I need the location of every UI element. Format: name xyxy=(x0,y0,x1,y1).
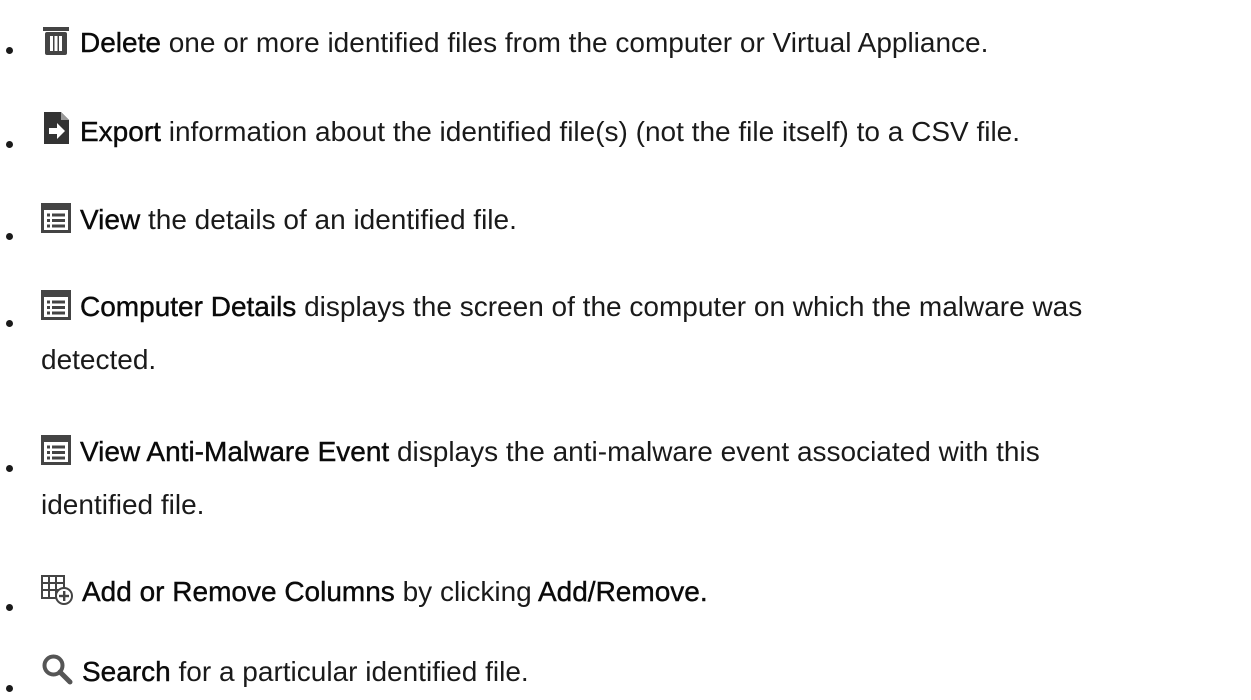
details-list-icon xyxy=(41,200,71,248)
description: one or more identified files from the co… xyxy=(160,27,989,58)
keyword: View Anti-Malware Event xyxy=(80,436,390,467)
details-list-icon xyxy=(41,432,71,480)
description: information about the identified file(s)… xyxy=(160,116,1021,147)
bullet xyxy=(6,604,13,611)
description-continued: detected. xyxy=(41,344,157,375)
keyword: Delete xyxy=(80,27,161,58)
export-icon xyxy=(41,111,71,160)
bullet xyxy=(6,320,13,327)
keyword: View xyxy=(80,204,141,235)
description: by clicking xyxy=(394,576,538,607)
keyword: Computer Details xyxy=(80,291,297,322)
bullet xyxy=(6,47,13,54)
description: the details of an identified file. xyxy=(140,204,517,235)
trash-icon xyxy=(41,23,71,71)
description: displays the anti-malware event associat… xyxy=(389,436,1040,467)
bullet xyxy=(6,233,13,240)
add-columns-icon xyxy=(41,572,73,620)
keyword-add-remove: Add/Remove. xyxy=(537,576,708,607)
bullet xyxy=(6,465,13,472)
keyword: Export xyxy=(80,116,161,147)
details-list-icon xyxy=(41,287,71,335)
keyword: Search xyxy=(82,656,171,687)
bullet xyxy=(6,685,13,692)
description-continued: identified file. xyxy=(41,489,205,520)
search-icon xyxy=(41,652,73,700)
bullet xyxy=(6,141,13,148)
description: displays the screen of the computer on w… xyxy=(296,291,1083,322)
description: for a particular identified file. xyxy=(170,656,529,687)
keyword: Add or Remove Columns xyxy=(82,576,395,607)
